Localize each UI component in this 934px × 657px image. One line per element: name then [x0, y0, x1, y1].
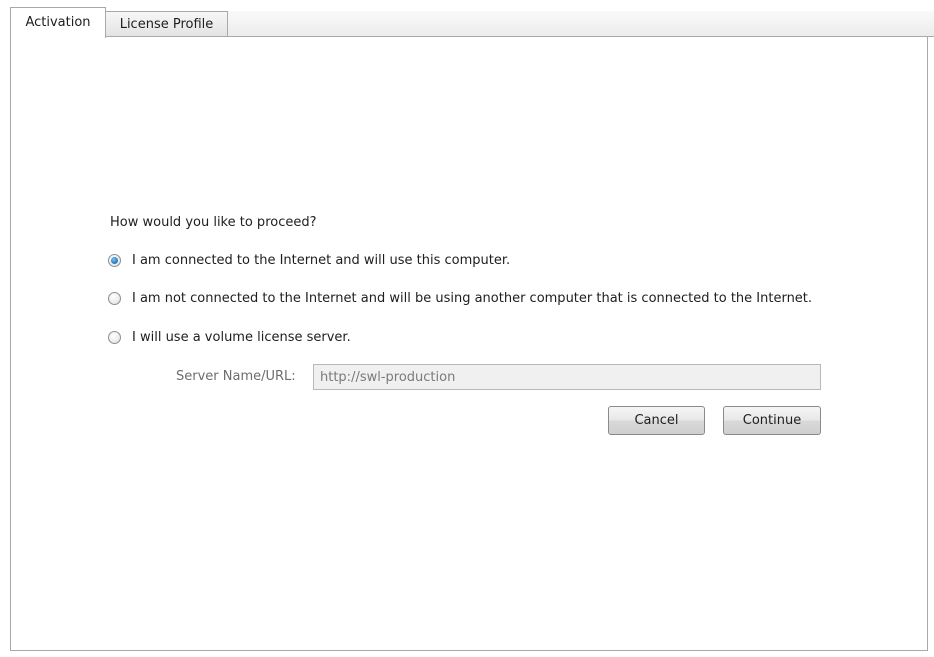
- proceed-question: How would you like to proceed?: [110, 215, 317, 230]
- option-internet-this-computer-label: I am connected to the Internet and will …: [132, 252, 511, 268]
- option-internet-this-computer[interactable]: I am connected to the Internet and will …: [108, 250, 510, 270]
- tab-activation[interactable]: Activation: [10, 7, 106, 38]
- server-name-label: Server Name/URL:: [176, 369, 296, 384]
- tab-strip: Activation License Profile: [6, 7, 934, 38]
- option-offline-another-computer[interactable]: I am not connected to the Internet and w…: [108, 288, 812, 308]
- radio-volume-license-server[interactable]: [108, 330, 121, 344]
- tab-strip-background: [228, 11, 934, 37]
- option-volume-license-server[interactable]: I will use a volume license server.: [108, 327, 351, 347]
- activation-window: Activation License Profile How would you…: [0, 0, 934, 657]
- option-volume-license-server-label: I will use a volume license server.: [132, 329, 351, 345]
- radio-internet-this-computer[interactable]: [108, 253, 121, 267]
- continue-button[interactable]: Continue: [723, 406, 821, 435]
- radio-offline-another-computer[interactable]: [108, 291, 121, 305]
- option-offline-another-computer-label: I am not connected to the Internet and w…: [132, 290, 813, 306]
- tab-license-profile[interactable]: License Profile: [106, 11, 228, 37]
- cancel-button[interactable]: Cancel: [608, 406, 705, 435]
- server-name-input[interactable]: [313, 364, 821, 390]
